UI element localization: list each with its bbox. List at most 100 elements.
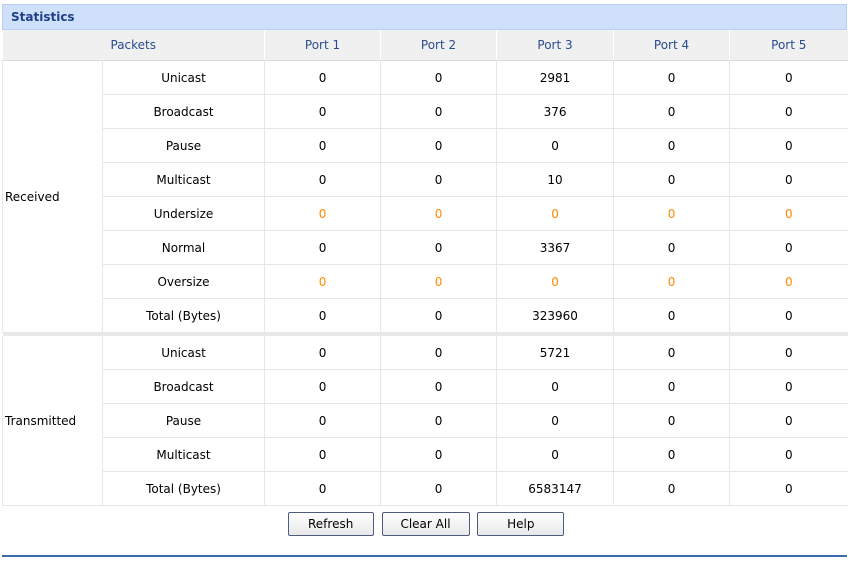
port-4-value: 0 [613,471,731,506]
port-2-value: 0 [380,298,498,333]
port-2-value: 0 [380,264,498,299]
port-5-value: 0 [729,369,848,404]
button-bar: Refresh Clear All Help [0,512,852,536]
port-3-value: 0 [496,403,615,438]
header-packets: Packets [2,30,266,61]
port-2-value: 0 [380,128,498,163]
table-row: Transmitted Unicast 0 0 5721 0 0 [2,336,848,506]
port-5-value: 0 [729,196,848,231]
table-header-row: Packets Port 1 Port 2 Port 3 Port 4 Port… [2,30,848,61]
port-3-value: 3367 [496,230,615,265]
port-5-value: 0 [729,128,848,163]
port-2-value: 0 [380,60,498,95]
table-row: Multicast 0 0 0 0 0 [3,437,848,472]
port-2-value: 0 [380,403,498,438]
packet-type-label: Pause [102,403,266,438]
port-5-value: 0 [729,230,848,265]
port-5-value: 0 [729,336,848,370]
table-row: Pause 0 0 0 0 0 [3,403,848,438]
statistics-panel: Statistics Packets Port 1 Port 2 Port 3 … [2,4,848,506]
table-row: Oversize 0 0 0 0 0 [3,264,848,299]
packet-type-label: Unicast [102,60,266,95]
help-button[interactable]: Help [477,512,565,536]
port-1-value: 0 [264,94,382,129]
port-2-value: 0 [380,230,498,265]
port-4-value: 0 [613,336,731,370]
port-3-value: 323960 [496,298,615,333]
port-5-value: 0 [729,264,848,299]
header-port-5: Port 5 [729,30,848,61]
port-3-value: 0 [496,196,615,231]
header-port-1: Port 1 [264,30,382,61]
port-1-value: 0 [264,230,382,265]
port-4-value: 0 [613,162,731,197]
port-1-value: 0 [264,60,382,95]
port-2-value: 0 [380,162,498,197]
port-4-value: 0 [613,298,731,333]
table-row: Pause 0 0 0 0 0 [3,128,848,163]
packet-type-label: Broadcast [102,369,266,404]
packet-type-label: Total (Bytes) [102,298,266,333]
table-row: Total (Bytes) 0 0 323960 0 0 [3,298,848,333]
port-5-value: 0 [729,298,848,333]
port-1-value: 0 [264,336,382,370]
packet-type-label: Total (Bytes) [102,471,266,506]
port-5-value: 0 [729,94,848,129]
port-1-value: 0 [264,264,382,299]
port-4-value: 0 [613,264,731,299]
port-1-value: 0 [264,403,382,438]
group-label: Received [2,60,103,333]
table-row: Normal 0 0 3367 0 0 [3,230,848,265]
port-3-value: 2981 [496,60,615,95]
packet-type-label: Unicast [102,336,266,370]
packet-type-label: Multicast [102,162,266,197]
port-3-value: 376 [496,94,615,129]
port-2-value: 0 [380,336,498,370]
port-1-value: 0 [264,369,382,404]
packet-type-label: Undersize [102,196,266,231]
port-1-value: 0 [264,437,382,472]
port-5-value: 0 [729,60,848,95]
port-5-value: 0 [729,471,848,506]
refresh-button[interactable]: Refresh [287,512,374,536]
port-3-value: 10 [496,162,615,197]
port-4-value: 0 [613,196,731,231]
port-1-value: 0 [264,162,382,197]
port-5-value: 0 [729,437,848,472]
port-1-value: 0 [264,128,382,163]
port-4-value: 0 [613,60,731,95]
port-1-value: 0 [264,196,382,231]
header-port-4: Port 4 [613,30,731,61]
port-3-value: 0 [496,128,615,163]
port-3-value: 0 [496,369,615,404]
port-4-value: 0 [613,94,731,129]
table-row: Broadcast 0 0 0 0 0 [3,369,848,404]
statistics-table: Packets Port 1 Port 2 Port 3 Port 4 Port… [2,30,848,506]
port-3-value: 0 [496,437,615,472]
port-3-value: 5721 [496,336,615,370]
port-4-value: 0 [613,369,731,404]
panel-title: Statistics [2,4,847,30]
port-4-value: 0 [613,437,731,472]
port-4-value: 0 [613,230,731,265]
table-row: Multicast 0 0 10 0 0 [3,162,848,197]
port-5-value: 0 [729,162,848,197]
table-row: Total (Bytes) 0 0 6583147 0 0 [3,471,848,506]
packet-type-label: Broadcast [102,94,266,129]
port-1-value: 0 [264,471,382,506]
port-2-value: 0 [380,196,498,231]
packet-type-label: Normal [102,230,266,265]
packet-type-label: Multicast [102,437,266,472]
port-3-value: 6583147 [496,471,615,506]
port-4-value: 0 [613,403,731,438]
port-2-value: 0 [380,94,498,129]
packet-type-label: Oversize [102,264,266,299]
table-row: Broadcast 0 0 376 0 0 [3,94,848,129]
table-row: Received Unicast 0 0 2981 0 0 [2,60,848,333]
header-port-2: Port 2 [380,30,498,61]
bottom-divider [2,555,847,557]
port-1-value: 0 [264,298,382,333]
clear-all-button[interactable]: Clear All [381,512,470,536]
table-row: Undersize 0 0 0 0 0 [3,196,848,231]
port-2-value: 0 [380,369,498,404]
